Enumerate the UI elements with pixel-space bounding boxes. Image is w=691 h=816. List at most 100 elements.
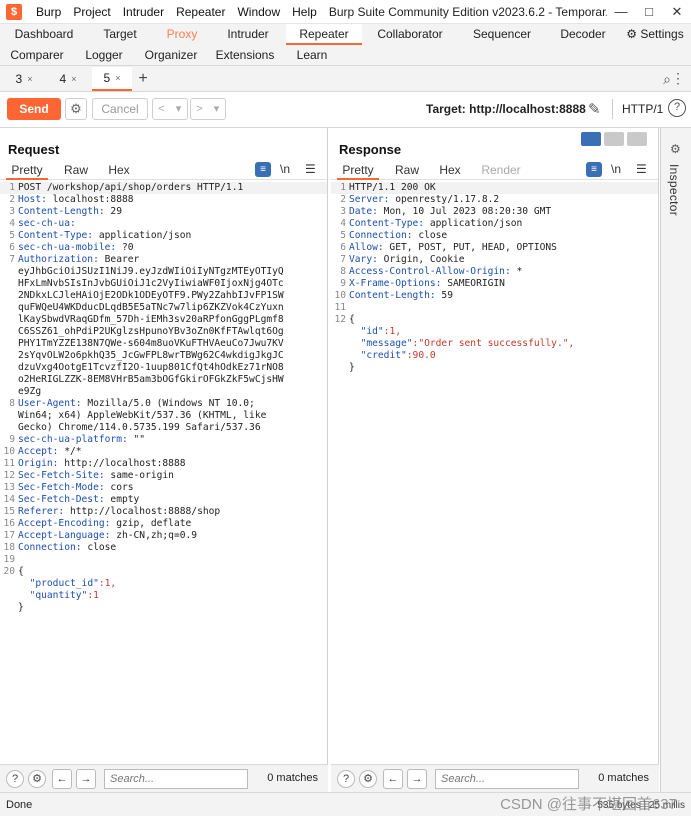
json-key: "quantity" [29,590,88,601]
close-tab-icon[interactable]: × [71,74,76,84]
tab-comparer[interactable]: Comparer [6,45,68,66]
request-tab-hex[interactable]: Hex [104,160,134,180]
session-tab-4[interactable]: 4 × [48,67,88,91]
line-number: 18 [3,542,15,553]
close-icon[interactable]: ✕ [663,4,691,20]
line-number: 2 [9,194,15,205]
line-number [0,602,18,614]
tab-learn[interactable]: Learn [292,45,332,66]
tab-proxy[interactable]: Proxy [156,24,208,45]
tab-target[interactable]: Target [92,24,148,45]
code-line: Win64; x64) AppleWebKit/537.36 (KHTML, l… [0,410,327,422]
line-value: e9Zg [18,386,42,397]
header-name: Vary: [349,254,378,265]
tab-extensions[interactable]: Extensions [214,45,276,66]
close-tab-icon[interactable]: × [115,73,120,83]
menu-burp[interactable]: Burp [30,0,67,24]
maximize-icon[interactable]: □ [635,4,663,19]
history-forward-button[interactable]: > ▾ [190,98,226,120]
request-editor[interactable]: 1 POST /workshop/api/shop/orders HTTP/1.1… [0,182,327,614]
menu-icon[interactable]: ☰ [305,162,316,176]
more-options-icon[interactable]: ⋮ [671,70,685,87]
pretty-print-icon[interactable]: ≡ [586,162,602,177]
response-panel: Response Pretty Raw Hex Render ≡ \n ☰ 1H… [331,128,659,764]
response-editor[interactable]: 1 HTTP/1.1 200 OK 2 Server: openresty/1.17.… [331,182,658,374]
response-tab-hex[interactable]: Hex [435,160,465,180]
help-icon[interactable]: ? [6,770,24,788]
layout-top-bottom-icon[interactable] [604,132,624,146]
menu-project[interactable]: Project [67,0,116,24]
previous-match-arrow-icon[interactable]: ← [383,769,403,789]
code-line: 8 User-Agent: Mozilla/5.0 (Windows NT 10.… [0,398,327,410]
tab-collaborator[interactable]: Collaborator [370,24,450,45]
line-number: 6 [9,242,15,253]
add-tab-icon[interactable]: + [132,67,154,91]
inspector-settings-icon[interactable]: ⚙ [670,142,681,156]
response-tab-pretty[interactable]: Pretty [337,160,379,180]
request-tab-raw[interactable]: Raw [60,160,92,180]
minimize-icon[interactable]: — [607,4,635,19]
session-tab-3[interactable]: 3 × [4,67,44,91]
http-version-selector[interactable]: HTTP/1 [622,102,663,116]
line-value [18,578,30,589]
line-number [0,290,18,302]
line-value: lKaySbwdVRaqGDfm_57Dh-iEMh3sv20aRPfonGgg… [18,314,284,325]
send-settings-gear-icon[interactable]: ⚙ [65,98,87,120]
request-tab-pretty[interactable]: Pretty [6,160,48,180]
edit-target-pencil-icon[interactable]: ✎ [588,100,601,118]
header-name: Sec-Fetch-Site: [18,470,105,481]
send-button[interactable]: Send [7,98,61,120]
response-tab-raw[interactable]: Raw [391,160,423,180]
line-value: Mon, 10 Jul 2023 08:20:30 GMT [377,206,552,217]
show-newlines-toggle[interactable]: \n [611,162,621,176]
tab-sequencer[interactable]: Sequencer [466,24,538,45]
window-title: Burp Suite Community Edition v2023.6.2 -… [328,4,607,19]
line-value: 29 [104,206,122,217]
chevron-left-icon: < [158,103,165,115]
tab-decoder[interactable]: Decoder [554,24,612,45]
line-value: { [349,314,355,325]
burp-logo-icon: $ [6,3,22,20]
search-settings-gear-icon[interactable]: ⚙ [28,770,46,788]
tab-settings[interactable]: ⚙ Settings [622,24,688,45]
session-tab-5[interactable]: 5 × [92,67,132,91]
request-search-input[interactable] [104,769,248,789]
json-key: "id" [360,326,384,337]
menu-intruder[interactable]: Intruder [117,0,170,24]
previous-match-arrow-icon[interactable]: ← [52,769,72,789]
tab-dashboard[interactable]: Dashboard [8,24,80,45]
tab-organizer[interactable]: Organizer [142,45,200,66]
inspector-sidebar[interactable]: ⚙ Inspector [660,128,691,792]
response-search-input[interactable] [435,769,579,789]
help-icon[interactable]: ? [337,770,355,788]
search-settings-gear-icon[interactable]: ⚙ [359,770,377,788]
menu-help[interactable]: Help [286,0,323,24]
pretty-print-icon[interactable]: ≡ [255,162,271,177]
search-icon[interactable]: ⌕ [663,71,671,88]
tab-intruder[interactable]: Intruder [216,24,280,45]
line-number: 5 [340,230,346,241]
history-back-button[interactable]: < ▾ [152,98,188,120]
inspector-label[interactable]: Inspector [667,164,681,216]
show-newlines-toggle[interactable]: \n [280,162,290,176]
tab-logger[interactable]: Logger [82,45,126,66]
line-value: application/json [93,230,192,241]
line-text: Origin: http://localhost:8888 [18,458,186,470]
next-match-arrow-icon[interactable]: → [407,769,427,789]
code-line: 3 Content-Length: 29 [0,206,327,218]
code-line: 11 [331,302,658,314]
menu-icon[interactable]: ☰ [636,162,647,176]
layout-tabs-icon[interactable] [627,132,647,146]
tab-repeater[interactable]: Repeater [286,24,362,45]
close-tab-icon[interactable]: × [27,74,32,84]
next-match-arrow-icon[interactable]: → [76,769,96,789]
menu-repeater[interactable]: Repeater [170,0,231,24]
layout-side-by-side-icon[interactable] [581,132,601,146]
menu-window[interactable]: Window [231,0,286,24]
cancel-button[interactable]: Cancel [92,98,148,120]
response-tab-render[interactable]: Render [479,160,523,180]
line-value: { [18,566,24,577]
line-number: 11 [3,458,15,469]
help-icon[interactable]: ? [668,99,686,117]
line-text: Accept: */* [18,446,82,458]
